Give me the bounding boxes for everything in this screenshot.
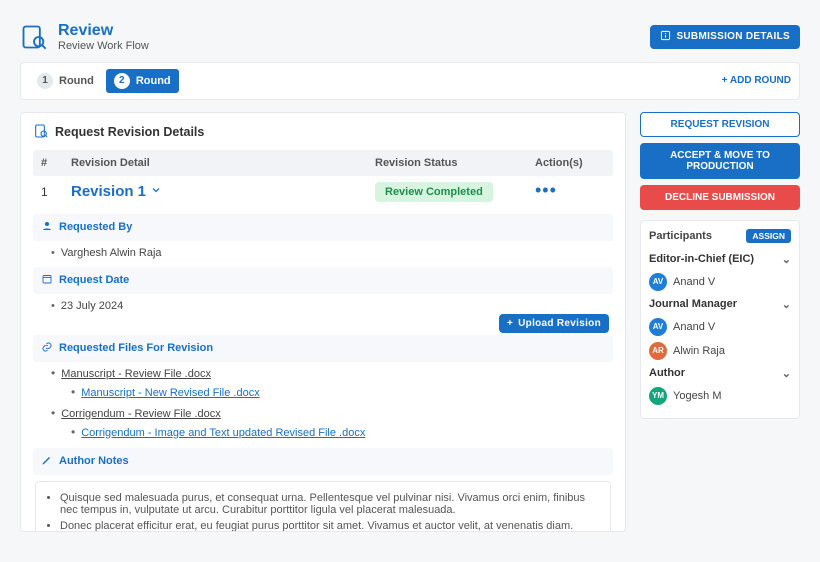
file-link[interactable]: Corrigendum - Image and Text updated Rev…: [81, 427, 365, 439]
participant: AV Anand V: [649, 315, 791, 339]
round-label: Round: [136, 75, 171, 87]
avatar: AR: [649, 342, 667, 360]
participants-title: Participants: [649, 230, 712, 242]
side-panel: REQUEST REVISION ACCEPT & MOVE TO PRODUC…: [640, 112, 800, 532]
revision-panel: Request Revision Details # Revision Deta…: [20, 112, 626, 532]
accept-production-button[interactable]: ACCEPT & MOVE TO PRODUCTION: [640, 143, 800, 179]
chevron-down-icon: [150, 183, 162, 200]
col-detail: Revision Detail: [71, 157, 375, 169]
participant-name: Anand V: [673, 321, 715, 333]
round-number: 2: [114, 73, 130, 89]
revision-table-head: # Revision Detail Revision Status Action…: [33, 150, 613, 176]
link-icon: [41, 341, 53, 356]
rounds-bar: 1 Round 2 Round + ADD ROUND: [20, 62, 800, 100]
assign-button[interactable]: ASSIGN: [746, 229, 791, 243]
add-round-button[interactable]: + ADD ROUND: [722, 75, 791, 86]
note-item: Quisque sed malesuada purus, et consequa…: [60, 490, 600, 518]
participant-role[interactable]: Author ⌄: [649, 363, 791, 384]
page-header: Review Review Work Flow SUBMISSION DETAI…: [20, 16, 800, 62]
chevron-down-icon: ⌄: [782, 298, 791, 311]
revision-row: 1 Revision 1 Review Completed •••: [33, 176, 613, 208]
requested-by-heading: Requested By: [33, 214, 613, 241]
round-tab-2[interactable]: 2 Round: [106, 69, 179, 93]
revision-expand[interactable]: Revision 1: [71, 183, 162, 200]
page-title: Review: [58, 22, 149, 40]
participant: AV Anand V: [649, 270, 791, 294]
request-date-heading: Request Date: [33, 267, 613, 294]
round-number: 1: [37, 73, 53, 89]
submission-details-label: SUBMISSION DETAILS: [676, 31, 790, 42]
participant-name: Anand V: [673, 276, 715, 288]
participant: AR Alwin Raja: [649, 339, 791, 363]
row-actions-menu[interactable]: •••: [535, 180, 557, 200]
participant-name: Alwin Raja: [673, 345, 725, 357]
upload-revision-button[interactable]: + Upload Revision: [499, 314, 609, 333]
page-subtitle: Review Work Flow: [58, 40, 149, 52]
files-heading: Requested Files For Revision: [33, 335, 613, 362]
requested-by-value: Varghesh Alwin Raja: [33, 241, 613, 261]
review-icon: [20, 23, 48, 51]
role-label: Journal Manager: [649, 298, 737, 310]
col-idx: #: [41, 157, 71, 169]
pencil-icon: [41, 454, 53, 469]
participant: YM Yogesh M: [649, 384, 791, 408]
file-link[interactable]: Manuscript - Review File .docx: [61, 368, 211, 380]
notes-label: Author Notes: [59, 455, 129, 467]
notes-heading: Author Notes: [33, 448, 613, 475]
col-status: Revision Status: [375, 157, 535, 169]
revision-name: Revision 1: [71, 183, 146, 200]
avatar: AV: [649, 273, 667, 291]
request-date-value: 23 July 2024: [33, 294, 613, 314]
row-idx: 1: [41, 185, 71, 199]
avatar: YM: [649, 387, 667, 405]
participant-name: Yogesh M: [673, 390, 722, 402]
request-revision-button[interactable]: REQUEST REVISION: [640, 112, 800, 137]
file-link[interactable]: Manuscript - New Revised File .docx: [81, 387, 260, 399]
upload-revision-label: Upload Revision: [518, 318, 601, 329]
calendar-icon: [41, 273, 53, 288]
revision-panel-title: Request Revision Details: [55, 125, 204, 139]
chevron-down-icon: ⌄: [782, 253, 791, 266]
file-link[interactable]: Corrigendum - Review File .docx: [61, 408, 221, 420]
plus-icon: +: [507, 318, 513, 329]
author-notes-box: Quisque sed malesuada purus, et consequa…: [35, 481, 611, 532]
col-actions: Action(s): [535, 157, 605, 169]
participants-card: Participants ASSIGN Editor-in-Chief (EIC…: [640, 220, 800, 419]
round-label: Round: [59, 75, 94, 87]
participant-role[interactable]: Editor-in-Chief (EIC) ⌄: [649, 249, 791, 270]
details-icon: [33, 123, 49, 142]
info-icon: [660, 30, 671, 44]
decline-submission-button[interactable]: DECLINE SUBMISSION: [640, 185, 800, 210]
chevron-down-icon: ⌄: [782, 367, 791, 380]
participant-role[interactable]: Journal Manager ⌄: [649, 294, 791, 315]
user-icon: [41, 220, 53, 235]
request-date-label: Request Date: [59, 274, 129, 286]
avatar: AV: [649, 318, 667, 336]
submission-details-button[interactable]: SUBMISSION DETAILS: [650, 25, 800, 49]
role-label: Author: [649, 367, 685, 379]
note-item: Donec placerat efficitur erat, eu feugia…: [60, 518, 600, 532]
status-badge: Review Completed: [375, 182, 493, 202]
round-tab-1[interactable]: 1 Round: [29, 69, 102, 93]
files-label: Requested Files For Revision: [59, 342, 213, 354]
role-label: Editor-in-Chief (EIC): [649, 253, 754, 265]
requested-by-label: Requested By: [59, 221, 132, 233]
